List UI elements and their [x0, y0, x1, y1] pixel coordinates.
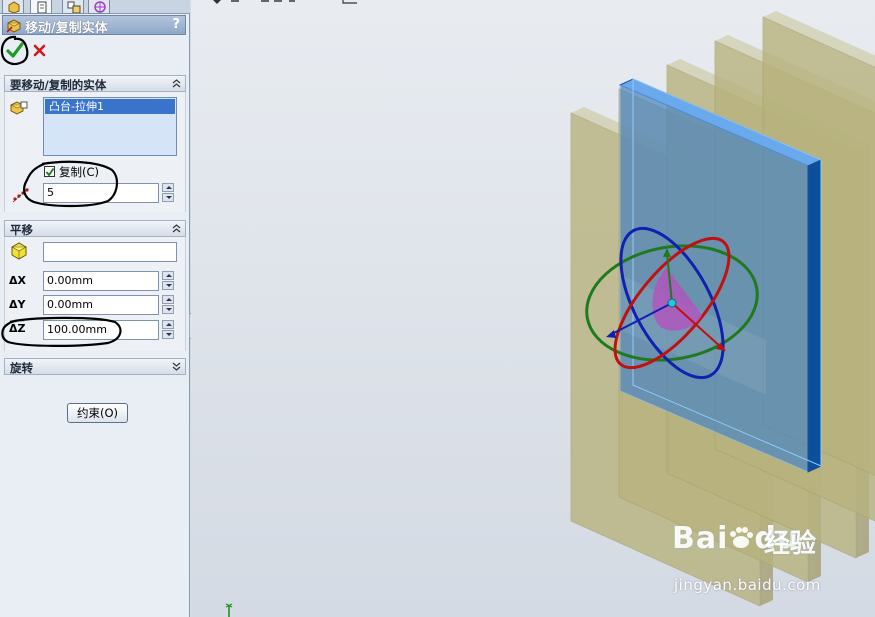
bodies-group-title: 要移动/复制的实体 [10, 78, 107, 92]
spin-down-button[interactable] [162, 281, 174, 290]
translate-reference-input[interactable] [43, 242, 177, 262]
triad-origin[interactable] [667, 298, 677, 308]
delta-y-axis: Y [17, 298, 26, 311]
delta-y-label: ΔY [9, 298, 26, 311]
bodies-group-header[interactable]: 要移动/复制的实体 [4, 75, 186, 92]
spin-up-button[interactable] [162, 271, 174, 280]
delta-x-label: ΔX [9, 274, 26, 287]
watermark-url: jingyan.baidu.com [674, 576, 821, 594]
dim-xpert-tab[interactable] [88, 0, 110, 14]
bodies-selection-list[interactable]: 凸台-拉伸1 [43, 97, 177, 156]
feature-tree-icon [8, 1, 20, 13]
spin-up-button[interactable] [162, 183, 174, 192]
delta-y-input[interactable]: 0.00mm [43, 295, 159, 315]
translate-group-header[interactable]: 平移 [4, 220, 186, 237]
spin-down-button[interactable] [162, 330, 174, 339]
cancel-x-button[interactable] [33, 44, 46, 57]
annotation-circle-ok [0, 35, 29, 66]
property-manager-tab[interactable] [30, 0, 52, 14]
chevron-up-icon[interactable] [171, 222, 182, 235]
constraints-button[interactable]: 约束(O) [67, 403, 128, 423]
annotation-circle-delta-z [1, 316, 122, 347]
spin-up-button[interactable] [162, 320, 174, 329]
solid-bodies-icon [10, 101, 28, 115]
dimxpert-icon [94, 1, 106, 13]
panel-tab-strip [0, 0, 190, 14]
chevron-down-icon[interactable] [171, 360, 182, 373]
feature-manager-tab[interactable] [2, 0, 24, 14]
spin-down-button[interactable] [162, 305, 174, 314]
translate-group-title: 平移 [10, 223, 33, 237]
chevron-up-icon[interactable] [171, 77, 182, 90]
vertex-reference-icon [10, 242, 28, 260]
delta-z-spinner[interactable] [162, 320, 174, 340]
help-button[interactable]: ? [172, 17, 180, 32]
heads-up-toolbar-fragment [213, 0, 357, 4]
delta-x-axis: X [17, 274, 26, 287]
copy-count-spinner[interactable] [162, 183, 174, 203]
watermark-logo-part1: Bai [672, 521, 729, 556]
spin-down-button[interactable] [162, 193, 174, 202]
reference-triad [225, 603, 233, 617]
rotate-group-header[interactable]: 旋转 [4, 358, 186, 375]
spin-up-button[interactable] [162, 295, 174, 304]
delta-y-spinner[interactable] [162, 295, 174, 315]
property-manager-panel: 移动/复制实体 ? 要移动/复制的实体 凸台-拉伸1 复制(C) 5 平移 ΔX… [0, 0, 190, 617]
delta-x-input[interactable]: 0.00mm [43, 271, 159, 291]
annotation-circle-copy [23, 160, 118, 208]
paw-icon [730, 527, 754, 548]
delta-x-spinner[interactable] [162, 271, 174, 291]
move-copy-body-icon [6, 19, 21, 33]
config-icon [67, 1, 81, 13]
watermark-jingyan: 经验 [764, 529, 817, 559]
baidu-jingyan-watermark: Bai du 经验 jingyan.baidu.com [672, 521, 832, 601]
property-manager-title-bar: 移动/复制实体 ? [2, 15, 186, 36]
panel-title: 移动/复制实体 [25, 21, 108, 36]
selected-body-item[interactable]: 凸台-拉伸1 [45, 99, 175, 114]
rotate-group-title: 旋转 [10, 361, 33, 375]
configuration-manager-tab[interactable] [62, 0, 84, 14]
document-icon [37, 1, 47, 13]
